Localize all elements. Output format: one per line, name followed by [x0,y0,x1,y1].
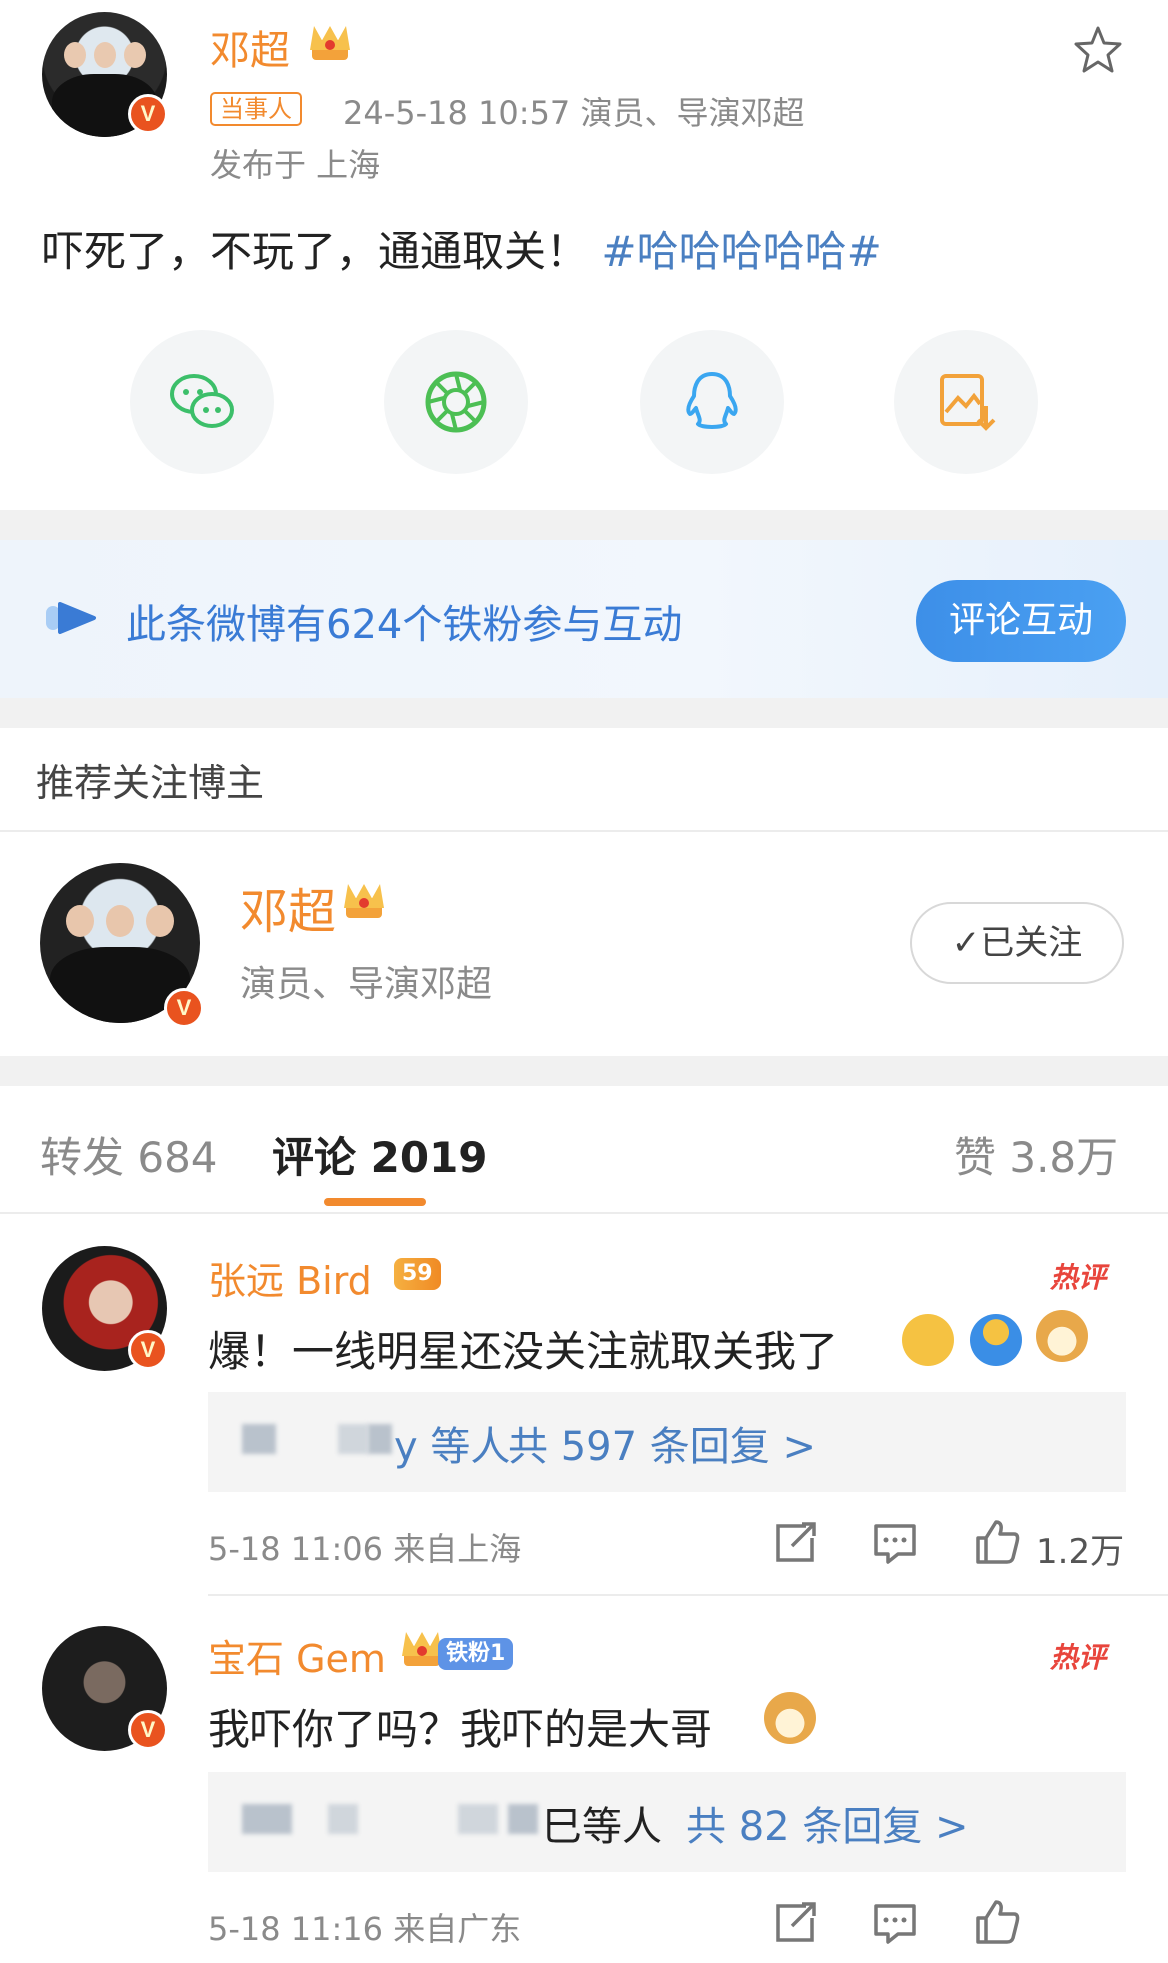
comment-author[interactable]: 张远 Bird [208,1250,372,1305]
moments-icon [425,371,487,433]
hot-comment-badge: 热评 [1050,1261,1107,1294]
post-text: 吓死了，不玩了，通通取关！ #哈哈哈哈哈# [42,218,882,279]
comment-icon[interactable] [870,1898,920,1948]
comment-text: 爆！一线明星还没关注就取关我了 [208,1327,839,1376]
verified-badge-icon: V [128,1710,168,1750]
tab-indicator [324,1198,426,1206]
section-divider [0,510,1168,540]
blurred-username [242,1424,276,1454]
save-image-button[interactable] [894,330,1038,474]
comment-author[interactable]: 宝石 Gem [208,1628,386,1683]
blurred-username [458,1804,498,1834]
qq-icon [686,372,738,429]
share-row [0,330,1168,478]
divider [208,1594,1168,1596]
like-icon[interactable] [972,1896,1022,1946]
blurred-username [328,1804,358,1834]
section-divider [0,698,1168,728]
post-meta: 24-5-18 10:57 演员、导演邓超 [343,94,805,132]
emoji-melting-icon [902,1314,954,1366]
fans-banner: 此条微博有624个铁粉参与互动 评论互动 [0,540,1168,698]
save-image-icon [940,374,996,431]
post-text-main: 吓死了，不玩了，通通取关！ [42,227,589,276]
post-header: V 邓超 当事人 24-5-18 10:57 演员、导演邓超 发布于 上海 吓死… [0,0,1168,290]
blurred-username [368,1424,392,1454]
verified-badge-icon: V [128,1330,168,1370]
hot-comment-badge: 热评 [1050,1641,1107,1674]
recommend-name[interactable]: 邓超 [240,872,336,942]
recommend-title: 推荐关注博主 [36,761,265,805]
fan-level-badge: 59 [394,1258,441,1290]
wechat-icon [170,374,234,428]
emoji-shrug-icon [970,1314,1022,1366]
tab-repost[interactable]: 转发 684 [40,1124,218,1185]
comment-meta: 5-18 11:06 来自上海 [208,1530,522,1568]
comment-meta: 5-18 11:16 来自广东 [208,1910,522,1948]
fans-banner-text: 此条微博有624个铁粉参与互动 [126,602,683,648]
share-moments-button[interactable] [384,330,528,474]
like-count: 1.2万 [1036,1532,1125,1572]
reply-summary[interactable]: 巳等人 共 82 条回复 > [208,1772,1126,1872]
blurred-username [242,1804,292,1834]
emoji-doge-icon [764,1692,816,1744]
divider [0,1212,1168,1214]
comment-interact-button[interactable]: 评论互动 [916,580,1126,662]
divider [0,830,1168,832]
crown-icon [306,22,354,64]
repost-icon[interactable] [770,1518,820,1568]
verified-badge-icon: V [128,94,168,134]
post-hashtag[interactable]: #哈哈哈哈哈# [601,227,881,276]
share-qq-button[interactable] [640,330,784,474]
like-icon[interactable] [972,1516,1022,1566]
blurred-username [338,1424,368,1454]
favorite-star-icon[interactable] [1072,24,1124,76]
reply-who: y 等人 [394,1414,510,1472]
emoji-doge-icon [1036,1310,1088,1362]
tab-like[interactable]: 赞 3.8万 [954,1124,1118,1185]
reply-who-text: 巳等人 [542,1804,662,1850]
reply-count-link[interactable]: 共 597 条回复 > [508,1414,816,1472]
iron-fan-badge: 铁粉1 [438,1638,514,1670]
tab-comment[interactable]: 评论 2019 [272,1124,488,1185]
crown-icon [340,880,388,922]
recommend-desc: 演员、导演邓超 [240,964,493,1005]
reply-summary[interactable]: y 等人 共 597 条回复 > [208,1392,1126,1492]
share-wechat-button[interactable] [130,330,274,474]
author-name[interactable]: 邓超 [210,18,290,76]
post-location: 发布于 上海 [210,146,381,184]
reply-who: 巳等人 [542,1794,662,1852]
verified-badge-icon: V [164,988,204,1028]
reply-count-link[interactable]: 共 82 条回复 > [686,1794,969,1852]
comment-text: 我吓你了吗？我吓的是大哥 [208,1705,713,1754]
blurred-username [508,1804,538,1834]
fans-play-icon [46,602,96,634]
section-divider [0,1056,1168,1086]
party-tag: 当事人 [210,92,302,126]
comment-icon[interactable] [870,1518,920,1568]
following-button[interactable]: ✓已关注 [910,902,1124,984]
repost-icon[interactable] [770,1898,820,1948]
reply-who-text: y 等人 [394,1424,511,1470]
